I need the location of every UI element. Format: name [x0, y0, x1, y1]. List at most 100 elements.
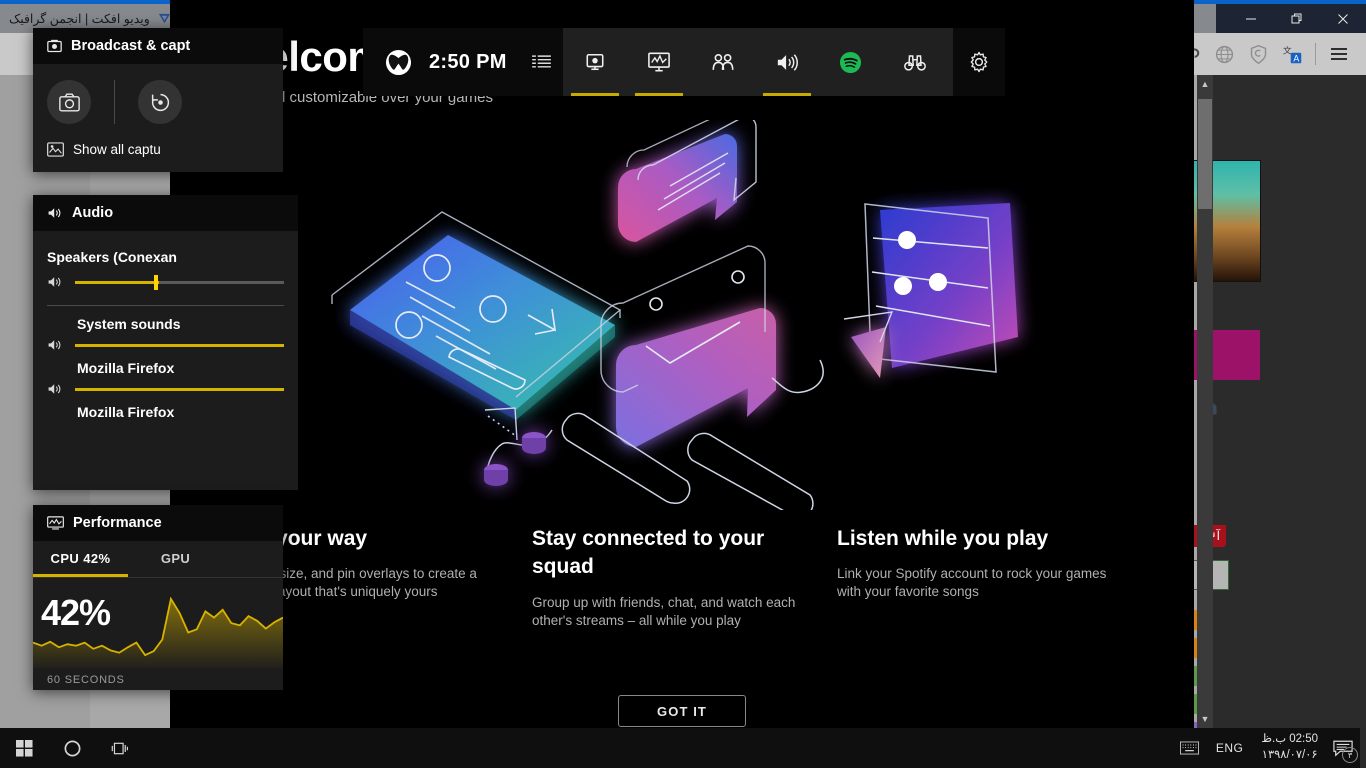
capture-divider [114, 80, 115, 124]
tab-gpu[interactable]: GPU [128, 541, 223, 577]
binoculars-icon [903, 54, 926, 71]
show-all-captures-label: Show all captu [73, 142, 161, 157]
app-volume-slider[interactable] [75, 387, 284, 391]
record-last-30s-button[interactable] [138, 80, 182, 124]
xbox-logo-icon[interactable] [377, 28, 419, 96]
audio-app-label: Mozilla Firefox [77, 360, 175, 376]
scrollbar-thumb[interactable] [1198, 99, 1212, 209]
gear-icon [970, 51, 988, 73]
gamebar-item-xbox-social[interactable] [691, 28, 755, 96]
translate-icon[interactable]: 文 A [1275, 37, 1309, 71]
screenshot-button[interactable] [47, 80, 91, 124]
gamebar-toolbar-left: 2:50 PM [363, 28, 563, 96]
app-volume-slider[interactable] [75, 343, 284, 347]
scroll-down-icon[interactable]: ▼ [1197, 710, 1213, 728]
windows-taskbar[interactable]: ENG 02:50 ب.ظ ۱۳۹۸/۰۷/۰۶ ۳ [0, 728, 1366, 768]
toolbar-divider [1315, 43, 1316, 65]
audio-speaker-icon [47, 382, 63, 396]
clock-time: 02:50 ب.ظ [1261, 733, 1318, 746]
widget-menu-icon[interactable] [521, 28, 563, 96]
touch-keyboard-icon[interactable] [1174, 728, 1206, 768]
feature-body: Link your Spotify account to rock your g… [837, 566, 1107, 600]
gallery-icon [47, 142, 64, 157]
cpu-chart-xlabel: 60 SECONDS [47, 674, 125, 686]
widget-header[interactable]: Performance [33, 505, 283, 541]
svg-text:A: A [1293, 53, 1299, 63]
show-all-captures-link[interactable]: Show all captu [47, 142, 269, 157]
capture-buttons-row [47, 74, 269, 126]
feature-column-stay-connected: Stay connected to your squad Group up wi… [532, 525, 837, 629]
audio-speaker-icon [777, 53, 798, 71]
close-button[interactable] [1320, 4, 1366, 33]
show-desktop-button[interactable] [1360, 728, 1366, 768]
widget-title: Broadcast & capt [71, 38, 191, 54]
broadcast-capture-icon [586, 53, 604, 71]
audio-device-label: Speakers (Conexan [47, 249, 177, 265]
widget-title: Performance [73, 515, 162, 531]
broadcast-capture-widget[interactable]: Broadcast & capt Show all captu [33, 28, 283, 172]
gamebar-item-performance[interactable] [627, 28, 691, 96]
gamebar-item-capture[interactable] [563, 28, 627, 96]
maximize-restore-button[interactable] [1274, 4, 1320, 33]
performance-monitor-icon [47, 516, 64, 530]
action-center-button[interactable]: ۳ [1326, 728, 1360, 768]
search-cortana-button[interactable] [48, 728, 96, 768]
feature-heading: Stay connected to your squad [532, 527, 765, 579]
performance-widget[interactable]: Performance CPU 42% GPU 42% 60 SECONDS [33, 505, 283, 690]
system-tray[interactable]: ENG 02:50 ب.ظ ۱۳۹۸/۰۷/۰۶ ۳ [1174, 728, 1366, 768]
audio-app-label: Mozilla Firefox [77, 404, 175, 420]
app-volume-row[interactable] [47, 338, 284, 352]
gamebar-item-audio[interactable] [755, 28, 819, 96]
gamebar-settings-button[interactable] [953, 28, 1005, 96]
clock[interactable]: 02:50 ب.ظ ۱۳۹۸/۰۷/۰۶ [1253, 732, 1326, 763]
shield-icon[interactable] [1241, 37, 1275, 71]
screen: ویدیو افکت | انجمن گرافیک 文 A آ↵ ▲ ▼ ENG… [0, 0, 1366, 768]
scroll-up-icon[interactable]: ▲ [1197, 75, 1213, 93]
gamebar-item-looking-for-group[interactable] [883, 28, 947, 96]
master-volume-slider[interactable] [75, 274, 284, 290]
feature-body: Group up with friends, chat, and watch e… [532, 594, 796, 628]
audio-widget[interactable]: Audio Speakers (Conexan System sounds Mo… [33, 195, 298, 490]
start-button[interactable] [0, 728, 48, 768]
task-view-button[interactable] [96, 728, 144, 768]
xbox-social-people-icon [712, 54, 734, 70]
widget-header[interactable]: Audio [33, 195, 298, 231]
master-volume-row[interactable] [47, 274, 284, 290]
tab-cpu[interactable]: CPU 42% [33, 541, 128, 577]
audio-divider [47, 305, 284, 306]
record-last-30s-icon [151, 93, 169, 111]
audio-speaker-icon [47, 206, 63, 220]
broadcast-capture-icon [47, 39, 62, 54]
globe-icon[interactable] [1207, 37, 1241, 71]
svg-text:文: 文 [1282, 44, 1291, 55]
gamebar-clock: 2:50 PM [429, 50, 507, 73]
welcome-hero-illustration [320, 120, 1040, 510]
gamebar-toolbar[interactable]: 2:50 PM [363, 28, 1005, 96]
cpu-current-value: 42% [41, 592, 111, 633]
widget-header[interactable]: Broadcast & capt [33, 28, 283, 64]
widget-body: Speakers (Conexan System sounds Mozilla … [33, 231, 298, 440]
clock-date: ۱۳۹۸/۰۷/۰۶ [1261, 749, 1318, 761]
gamebar-welcome-panel: Welcome Fast and customizable over your … [170, 0, 1194, 728]
feature-heading: Listen while you play [837, 527, 1049, 550]
welcome-feature-columns: Play your way Move, resize, and pin over… [227, 525, 1142, 629]
language-indicator[interactable]: ENG [1206, 741, 1254, 755]
minimize-button[interactable] [1228, 4, 1274, 33]
app-volume-row[interactable] [47, 382, 284, 396]
notification-count-badge: ۳ [1342, 747, 1358, 763]
window-controls[interactable] [1216, 4, 1366, 33]
performance-tabs[interactable]: CPU 42% GPU [33, 541, 283, 578]
cpu-usage-chart: 42% [33, 586, 283, 668]
gamebar-item-spotify[interactable] [819, 28, 883, 96]
feature-column-listen-while-you-play: Listen while you play Link your Spotify … [837, 525, 1142, 629]
widget-body: CPU 42% GPU 42% 60 SECONDS [33, 541, 283, 686]
spotify-logo-icon [840, 51, 862, 73]
audio-speaker-icon [47, 275, 63, 289]
page-scrollbar[interactable]: ▲ ▼ [1197, 75, 1213, 728]
got-it-button[interactable]: GOT IT [618, 695, 746, 727]
hamburger-menu-icon[interactable] [1322, 37, 1356, 71]
gamebar-toolbar-items[interactable] [562, 28, 953, 96]
audio-speaker-icon [47, 338, 63, 352]
camera-icon [58, 92, 80, 112]
performance-monitor-icon [647, 52, 670, 72]
